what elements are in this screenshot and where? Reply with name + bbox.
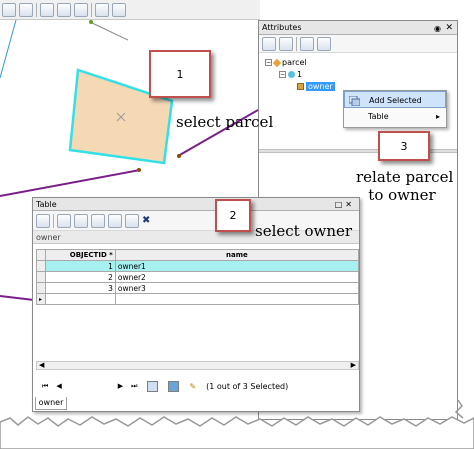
find-binoculars-icon[interactable]: [40, 2, 54, 17]
map-vertex: [89, 20, 93, 24]
layer-icon: [272, 58, 282, 67]
cell-objectid-empty[interactable]: [44, 293, 116, 305]
column-header-objectid[interactable]: OBJECTID *: [44, 249, 116, 261]
callout-step-1: 1: [149, 50, 211, 98]
tree-node-label-selected: owner: [306, 82, 335, 91]
time-slider-icon[interactable]: [112, 2, 126, 17]
attributes-toolbar: [259, 35, 457, 53]
callout-caption-2: select owner: [255, 222, 353, 240]
row-selector[interactable]: [36, 271, 46, 283]
row-selector[interactable]: [36, 260, 46, 272]
edit-pencil-icon: ✎: [189, 381, 197, 391]
identify-icon[interactable]: [262, 36, 276, 51]
pin-icon[interactable]: ◉: [434, 22, 441, 36]
close-icon[interactable]: ✕: [445, 21, 453, 35]
delete-icon[interactable]: ✖: [142, 215, 150, 226]
field-calculator-icon[interactable]: [125, 213, 139, 228]
cell-name-empty[interactable]: [114, 293, 360, 305]
table-new-row[interactable]: ▸: [36, 293, 360, 305]
table-header-row: OBJECTID * name: [36, 249, 360, 261]
switch-selection-icon[interactable]: [91, 213, 105, 228]
callout-caption-line: relate parcel: [356, 168, 454, 186]
map-vertex: [137, 168, 141, 172]
cell-name[interactable]: owner3: [114, 282, 360, 294]
map-vertex: [177, 154, 181, 158]
scroll-right-icon[interactable]: ▶: [351, 361, 356, 369]
first-record-icon[interactable]: ⏮: [42, 382, 48, 391]
measure-icon[interactable]: [74, 2, 88, 17]
attributes-title: Attributes: [262, 23, 302, 32]
last-record-icon[interactable]: ⏭: [131, 382, 137, 391]
show-all-icon[interactable]: [147, 380, 159, 392]
sort-icon[interactable]: [279, 36, 293, 51]
tools-toolbar: [0, 0, 260, 20]
show-selected-icon[interactable]: [168, 380, 180, 392]
tree-node-label: 1: [297, 70, 303, 79]
row-selector[interactable]: [36, 282, 46, 294]
callout-caption-line: to owner: [368, 186, 436, 204]
layer-icon[interactable]: [95, 2, 109, 17]
options-icon[interactable]: [317, 36, 331, 51]
navigation-buttons: ⏮ ◀ ▶ ⏭: [42, 382, 137, 391]
callout-caption-1: select parcel: [176, 113, 274, 131]
identify-icon[interactable]: [2, 2, 16, 17]
callout-step-3: 3: [378, 131, 430, 161]
related-tables-icon[interactable]: [57, 213, 71, 228]
table-row[interactable]: 1 owner1: [36, 260, 360, 272]
menu-item-label: Table: [368, 112, 389, 121]
attribute-table: OBJECTID * name 1 owner1 2 owner2 3 owne…: [36, 249, 360, 305]
relate-icon: [297, 83, 304, 90]
map-line-blue: [0, 19, 17, 79]
html-popup-icon[interactable]: [19, 2, 33, 17]
attributes-title-bar: Attributes ◉ ✕: [259, 21, 457, 35]
record-navigation: ⏮ ◀ ▶ ⏭ ✎ (1 out of 3 Selected): [36, 379, 359, 393]
table-options-icon[interactable]: [36, 213, 50, 228]
context-menu: Add Selected Table ▸: [343, 90, 447, 128]
cell-name[interactable]: owner1: [114, 260, 360, 272]
selection-status: (1 out of 3 Selected): [206, 381, 289, 391]
horizontal-scrollbar[interactable]: ◀ ▶: [36, 361, 359, 370]
map-line-purple-3: [0, 295, 35, 301]
map-line-gray: [89, 21, 129, 41]
tree-node-related[interactable]: owner: [297, 82, 335, 91]
row-header-corner[interactable]: [36, 249, 46, 261]
callout-step-2: 2: [215, 199, 251, 232]
cell-objectid[interactable]: 1: [44, 260, 116, 272]
map-line-purple-1: [0, 169, 141, 197]
clear-selection-icon[interactable]: [108, 213, 122, 228]
callout-number: 1: [176, 67, 184, 81]
cell-objectid[interactable]: 3: [44, 282, 116, 294]
table-title: Table: [36, 200, 57, 209]
next-record-icon[interactable]: ▶: [118, 382, 123, 391]
table-title-bar: Table □✕: [33, 198, 359, 211]
table-row[interactable]: 3 owner3: [36, 282, 360, 294]
cell-objectid[interactable]: 2: [44, 271, 116, 283]
feature-icon: [288, 71, 295, 78]
expand-icon[interactable]: −: [265, 59, 272, 66]
screenshot-stage: Attributes ◉ ✕ − parcel − 1 owner Add Se…: [0, 0, 474, 449]
menu-item-table[interactable]: Table ▸: [344, 108, 446, 125]
callout-caption-3: relate parcel to owner: [356, 168, 454, 204]
torn-edge-decoration: [0, 400, 474, 449]
expand-icon[interactable]: −: [279, 71, 286, 78]
scroll-left-icon[interactable]: ◀: [39, 361, 44, 369]
menu-item-add-selected[interactable]: Add Selected: [344, 91, 446, 108]
menu-item-label: Add Selected: [369, 96, 422, 105]
new-row-icon: ▸: [36, 293, 46, 305]
window-controls[interactable]: □✕: [335, 198, 355, 211]
cell-name[interactable]: owner2: [114, 271, 360, 283]
tree-node-parcel[interactable]: − parcel: [265, 58, 307, 67]
layer-icon[interactable]: [300, 36, 314, 51]
table-row[interactable]: 2 owner2: [36, 271, 360, 283]
column-header-name[interactable]: name: [114, 249, 360, 261]
tree-node-label: parcel: [282, 58, 307, 67]
add-selected-icon: [348, 95, 361, 107]
callout-number: 2: [229, 209, 237, 222]
goto-xy-icon[interactable]: [57, 2, 71, 17]
select-by-attributes-icon[interactable]: [74, 213, 88, 228]
prev-record-icon[interactable]: ◀: [56, 382, 61, 391]
callout-number: 3: [400, 139, 408, 153]
submenu-arrow-icon: ▸: [435, 112, 440, 121]
tree-node-feature[interactable]: − 1: [279, 70, 302, 79]
